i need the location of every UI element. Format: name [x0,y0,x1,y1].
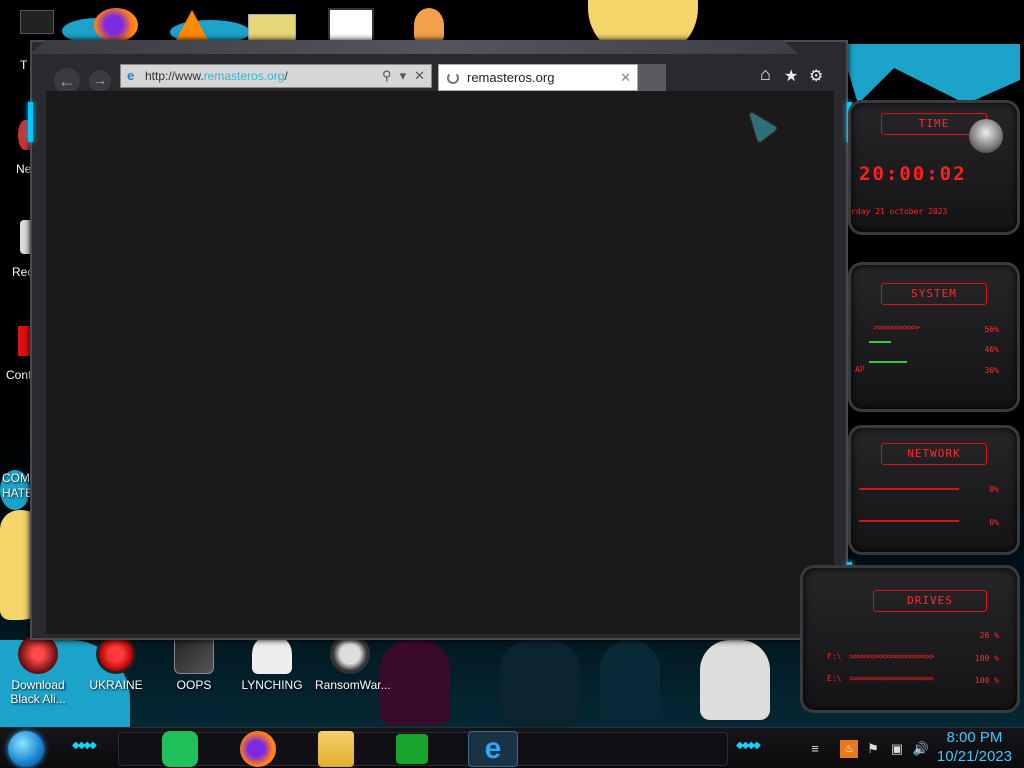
desktop-icon-oops[interactable]: OOPS [159,634,229,692]
new-tab-button[interactable] [638,64,666,91]
cpu-bar: >>>>>>>>>>>> [873,323,920,332]
drive-e-label: E:\ [827,674,842,683]
address-tools: ⚲ ▾ ✕ [382,68,425,84]
address-bar[interactable]: e http://www. remasteros.org / ⚲ ▾ ✕ [120,64,432,88]
app-icon [174,634,214,674]
action-center-flag-icon[interactable]: ⚑ [864,740,882,758]
loading-spinner-icon [447,71,459,84]
drive-c-percent: 26 % [979,631,999,640]
desktop-label-edge[interactable]: Cont [6,368,31,382]
desktop-icon-ukraine[interactable]: UKRAINE [81,634,151,692]
firefox-top-icon[interactable] [94,8,138,42]
download-graph [859,520,959,522]
radiation-icon [96,634,136,674]
settings-gear-icon[interactable]: ⚙ [809,66,823,86]
stop-icon[interactable]: ✕ [414,68,425,84]
favorites-icon[interactable]: ★ [784,66,798,86]
url-prefix: http://www. [145,69,204,83]
taskbar-decoration: ◆◆◆◆ [72,740,97,751]
gadget-date-value: rday 21 october 2023 [851,207,948,216]
skull-icon [330,634,370,674]
dropdown-icon[interactable]: ▾ [400,68,407,84]
browser-window[interactable]: ← → e http://www. remasteros.org / ⚲ ▾ ✕ r… [28,40,852,640]
tab-close-icon[interactable]: ✕ [620,70,631,86]
network-icon[interactable]: ▣ [888,740,906,758]
window-frame-top [30,40,799,54]
volume-icon[interactable]: 🔊 [912,740,930,758]
desktop-label-edge[interactable]: T [20,58,27,72]
swap-graph [869,361,907,363]
mem-percent: 46% [984,345,999,354]
desktop-icon-download-black-alienware[interactable]: Download Black Ali... [3,634,73,706]
xbox-icon[interactable] [396,734,428,764]
firefox-icon[interactable] [240,731,276,767]
clock-time: 8:00 PM [946,729,1003,746]
drive-e-bar: >>>>>>>>>>>>>>>>>>>>>> [849,674,934,683]
system-tray: ≡ ♨ ⚑ ▣ 🔊 8:00 PM 10/21/2023 [800,728,1024,768]
bg-character-figure [500,640,580,725]
gadget-network[interactable]: NETWORK 0% 0% [848,425,1020,555]
url-domain: remasteros.org [203,69,285,83]
gadget-title: NETWORK [881,443,987,465]
drive-e-percent: 100 % [974,676,999,685]
gadget-system[interactable]: SYSTEM >>>>>>>>>>>> 56% 46% AP 30% [848,262,1020,412]
ie-page-icon: e [127,68,135,83]
alienware-icon [18,634,58,674]
hxd-icon[interactable] [248,14,296,42]
alien-head-icon [969,119,1003,153]
gadget-title: DRIVES [873,590,987,612]
clock-date: 10/21/2023 [936,748,1012,765]
search-icon[interactable]: ⚲ [382,68,392,84]
url-suffix: / [284,69,288,83]
desktop-icon-label: OOPS [176,678,212,692]
ghost-icon [252,634,292,674]
bg-character-figure [700,640,770,720]
bg-cyan-logo [840,44,1020,104]
top-hat-icon[interactable] [20,10,54,34]
desktop-icon-label: LYNCHING [241,678,303,692]
cpu-percent: 56% [984,325,999,334]
tab-remasteros[interactable]: remasteros.org ✕ [438,64,638,91]
upload-graph [859,488,959,490]
swap-label: AP [855,365,865,374]
tab-title: remasteros.org [467,70,555,85]
forward-button[interactable]: → [89,70,111,92]
app-top-icon[interactable] [328,8,374,42]
desktop-label-edge[interactable]: HATE [2,486,33,500]
desktop-icon-lynching[interactable]: LYNCHING [237,634,307,692]
download-percent: 0% [989,518,999,527]
taskbar-decoration: ◆◆◆◆ [736,740,761,751]
desktop-icon-ransomware[interactable]: RansomWar... [315,634,391,692]
desktop-icon-label: UKRAINE [89,678,143,692]
desktop-icon-label: Download Black Ali... [10,678,66,706]
home-icon[interactable]: ⌂ [760,64,771,85]
start-button[interactable] [8,731,44,767]
file-explorer-icon[interactable] [318,731,354,767]
mem-graph [869,341,891,343]
gadget-time[interactable]: TIME 20:00:02 rday 21 october 2023 [848,100,1020,235]
drive-f-percent: 100 % [974,654,999,663]
window-accent-left [28,102,33,142]
taskbar-clock[interactable]: 8:00 PM 10/21/2023 [937,728,1012,766]
swap-percent: 30% [984,366,999,375]
taskbar[interactable]: ◆◆◆◆ e ◆◆◆◆ ≡ ♨ ⚑ ▣ 🔊 8:00 PM 10/21/2023 [0,727,1024,768]
user-top-icon[interactable] [414,8,444,42]
drive-f-label: F:\ [827,652,842,661]
gadget-title: SYSTEM [881,283,987,305]
upload-percent: 0% [989,485,999,494]
gadget-time-value: 20:00:02 [859,163,967,185]
tray-arrow-icon[interactable]: ≡ [806,740,824,758]
vlc-icon[interactable] [176,10,208,40]
internet-explorer-icon[interactable]: e [468,731,518,767]
desktop-icon-label: RansomWar... [315,678,391,692]
spotify-icon[interactable] [162,731,198,767]
gadget-drives[interactable]: DRIVES 26 % F:\ >>>>>>>>>>>>>>>>>>>>>> 1… [800,565,1020,713]
drive-f-bar: >>>>>>>>>>>>>>>>>>>>>> [849,652,934,661]
bg-character-figure [600,640,660,720]
java-tray-icon[interactable]: ♨ [840,739,858,758]
page-content-area[interactable] [46,91,834,634]
